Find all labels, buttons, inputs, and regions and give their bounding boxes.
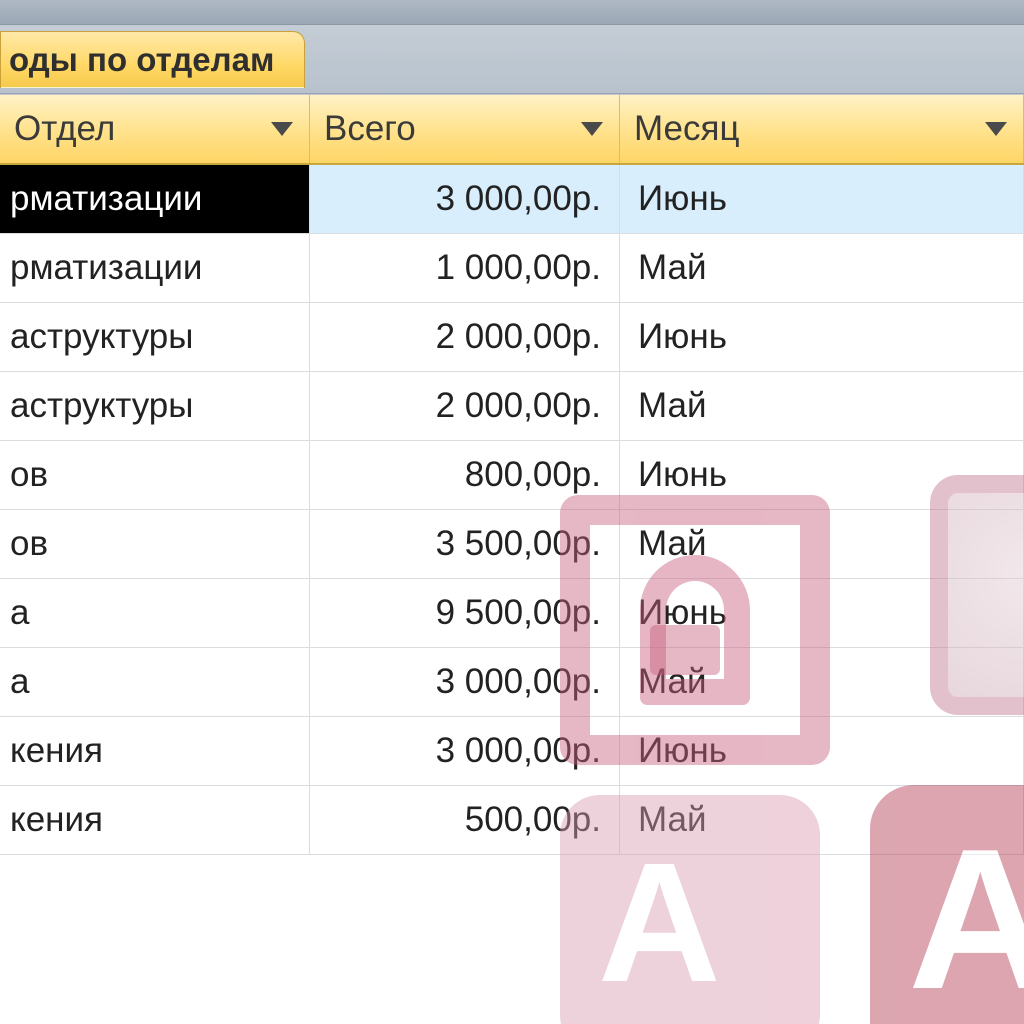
app-window: оды по отделам Отдел Всего Месяц	[0, 0, 1024, 1024]
cell-total[interactable]: 3 500,00р.	[310, 510, 620, 578]
cell-total[interactable]: 9 500,00р.	[310, 579, 620, 647]
document-tab-label: оды по отделам	[9, 41, 274, 79]
cell-total[interactable]: 3 000,00р.	[310, 165, 620, 233]
column-header-label: Месяц	[634, 109, 740, 149]
cell-month[interactable]: Май	[620, 372, 1024, 440]
column-header-department[interactable]: Отдел	[0, 95, 310, 163]
cell-total[interactable]: 3 000,00р.	[310, 648, 620, 716]
cell-department[interactable]: а	[0, 648, 310, 716]
cell-month[interactable]: Июнь	[620, 717, 1024, 785]
cell-month[interactable]: Июнь	[620, 441, 1024, 509]
column-header-label: Всего	[324, 109, 416, 149]
window-titlebar	[0, 0, 1024, 25]
cell-total[interactable]: 1 000,00р.	[310, 234, 620, 302]
document-tab-strip: оды по отделам	[0, 25, 1024, 94]
cell-month[interactable]: Май	[620, 234, 1024, 302]
cell-department[interactable]: ов	[0, 510, 310, 578]
cell-month[interactable]: Май	[620, 786, 1024, 854]
active-document-tab[interactable]: оды по отделам	[0, 31, 305, 88]
data-grid: рматизации3 000,00р.Июньрматизации1 000,…	[0, 165, 1024, 855]
table-row[interactable]: аструктуры2 000,00р.Май	[0, 372, 1024, 441]
cell-total[interactable]: 500,00р.	[310, 786, 620, 854]
column-header-month[interactable]: Месяц	[620, 95, 1024, 163]
cell-department[interactable]: аструктуры	[0, 372, 310, 440]
table-row[interactable]: рматизации1 000,00р.Май	[0, 234, 1024, 303]
table-row[interactable]: кения3 000,00р.Июнь	[0, 717, 1024, 786]
cell-month[interactable]: Июнь	[620, 165, 1024, 233]
table-row[interactable]: рматизации3 000,00р.Июнь	[0, 165, 1024, 234]
cell-department[interactable]: ов	[0, 441, 310, 509]
cell-total[interactable]: 2 000,00р.	[310, 372, 620, 440]
table-row[interactable]: а3 000,00р.Май	[0, 648, 1024, 717]
cell-month[interactable]: Июнь	[620, 303, 1024, 371]
cell-total[interactable]: 800,00р.	[310, 441, 620, 509]
cell-month[interactable]: Май	[620, 648, 1024, 716]
column-header-row: Отдел Всего Месяц	[0, 95, 1024, 165]
cell-department[interactable]: аструктуры	[0, 303, 310, 371]
cell-department[interactable]: рматизации	[0, 165, 310, 233]
table-row[interactable]: ов800,00р.Июнь	[0, 441, 1024, 510]
cell-total[interactable]: 3 000,00р.	[310, 717, 620, 785]
cell-month[interactable]: Июнь	[620, 579, 1024, 647]
table-row[interactable]: кения500,00р.Май	[0, 786, 1024, 855]
dropdown-icon[interactable]	[271, 122, 293, 136]
datasheet: Отдел Всего Месяц рматизации3 000,00р.Ию…	[0, 94, 1024, 1024]
column-header-label: Отдел	[14, 109, 115, 149]
column-header-total[interactable]: Всего	[310, 95, 620, 163]
table-row[interactable]: а9 500,00р.Июнь	[0, 579, 1024, 648]
cell-total[interactable]: 2 000,00р.	[310, 303, 620, 371]
cell-department[interactable]: а	[0, 579, 310, 647]
dropdown-icon[interactable]	[581, 122, 603, 136]
cell-month[interactable]: Май	[620, 510, 1024, 578]
table-row[interactable]: ов3 500,00р.Май	[0, 510, 1024, 579]
cell-department[interactable]: кения	[0, 717, 310, 785]
cell-department[interactable]: кения	[0, 786, 310, 854]
table-row[interactable]: аструктуры2 000,00р.Июнь	[0, 303, 1024, 372]
cell-department[interactable]: рматизации	[0, 234, 310, 302]
dropdown-icon[interactable]	[985, 122, 1007, 136]
